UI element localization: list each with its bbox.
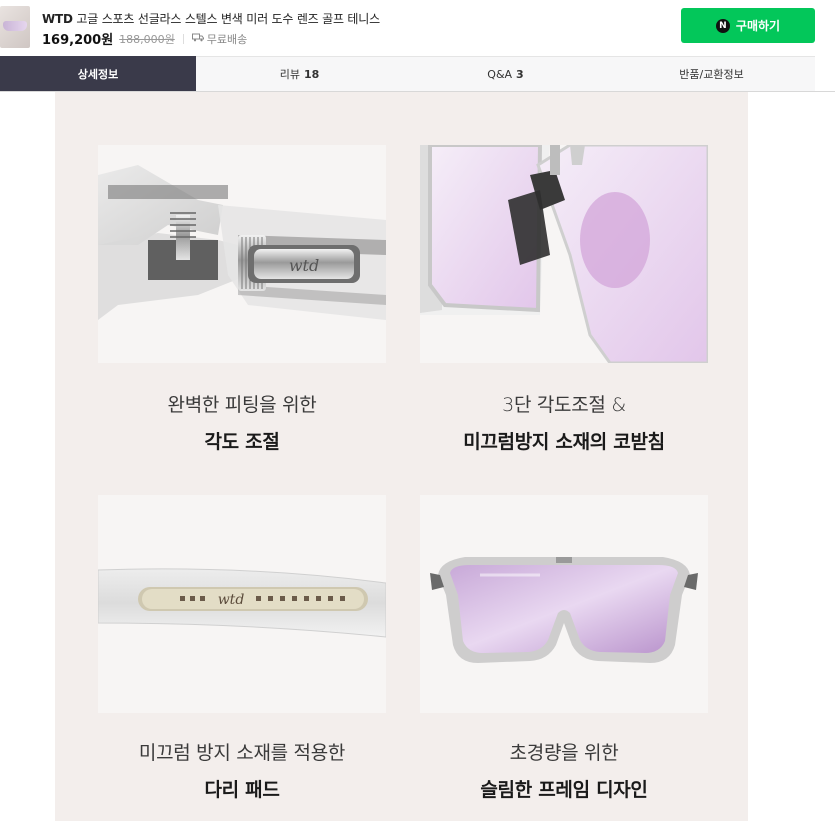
caption-line1: 초경량을 위한 [509,742,619,764]
original-price: 188,000원 [119,32,175,46]
wtd-logo: wtd [218,592,245,608]
tab-return-exchange[interactable]: 반품/교환정보 [608,56,815,91]
feature-caption-hinge: 완벽한 피팅을 위한 각도 조절 [69,390,415,454]
feature-caption-nose-pad: 3단 각도조절 & 미끄럼방지 소재의 코받침 [391,390,737,454]
tab-label: Q&A [487,67,513,81]
caption-line1: 미끄럼 방지 소재를 적용한 [138,742,346,764]
product-title: WTD 고글 스포츠 선글라스 스텔스 변색 미러 도수 렌즈 골프 테니스 [42,10,380,27]
product-name: 고글 스포츠 선글라스 스텔스 변색 미러 도수 렌즈 골프 테니스 [76,12,380,26]
buy-button[interactable]: N 구매하기 [681,8,815,43]
shipping-info: 무료배송 [206,32,248,46]
tab-details[interactable]: 상세정보 [0,56,196,91]
divider [182,33,184,44]
caption-line2: 각도 조절 [204,431,280,453]
feature-caption-frame: 초경량을 위한 슬림한 프레임 디자인 [391,738,737,802]
caption-line2: 다리 패드 [204,779,280,801]
tab-reviews[interactable]: 리뷰 18 [196,56,403,91]
product-header: WTD 고글 스포츠 선글라스 스텔스 변색 미러 도수 렌즈 골프 테니스 1… [0,0,835,56]
tab-label: 상세정보 [77,67,119,81]
product-brand: WTD [42,12,73,26]
wtd-logo: wtd [289,256,319,275]
tab-label: 반품/교환정보 [679,68,744,81]
product-thumbnail[interactable] [0,6,30,48]
tab-count: 18 [303,67,320,81]
tab-count: 3 [516,67,524,81]
feature-image-hinge: wtd [98,145,386,363]
caption-line1: 완벽한 피팅을 위한 [167,394,317,416]
sale-price: 169,200원 [42,33,114,48]
detail-tabs: 상세정보 리뷰 18 Q&A 3 반품/교환정보 [0,56,835,92]
caption-line1: 3단 각도조절 & [502,394,626,416]
feature-image-nose-pad [420,145,708,363]
product-detail-image: wtd 완벽한 피팅을 위한 각도 조절 3단 각도조절 & 미끄럼방지 소재의… [55,92,748,821]
tab-qna[interactable]: Q&A 3 [403,56,608,91]
feature-image-temple-pad: wtd [98,495,386,713]
truck-icon [191,33,204,45]
price-row: 169,200원 188,000원 무료배송 [42,29,248,49]
caption-line2: 슬림한 프레임 디자인 [480,779,648,801]
tab-label: 리뷰 [279,68,300,81]
caption-line2: 미끄럼방지 소재의 코받침 [463,431,665,453]
naver-pay-icon: N [715,18,730,33]
feature-caption-temple-pad: 미끄럼 방지 소재를 적용한 다리 패드 [69,738,415,802]
buy-label: 구매하기 [735,19,781,33]
feature-image-full-sunglasses [420,495,708,713]
